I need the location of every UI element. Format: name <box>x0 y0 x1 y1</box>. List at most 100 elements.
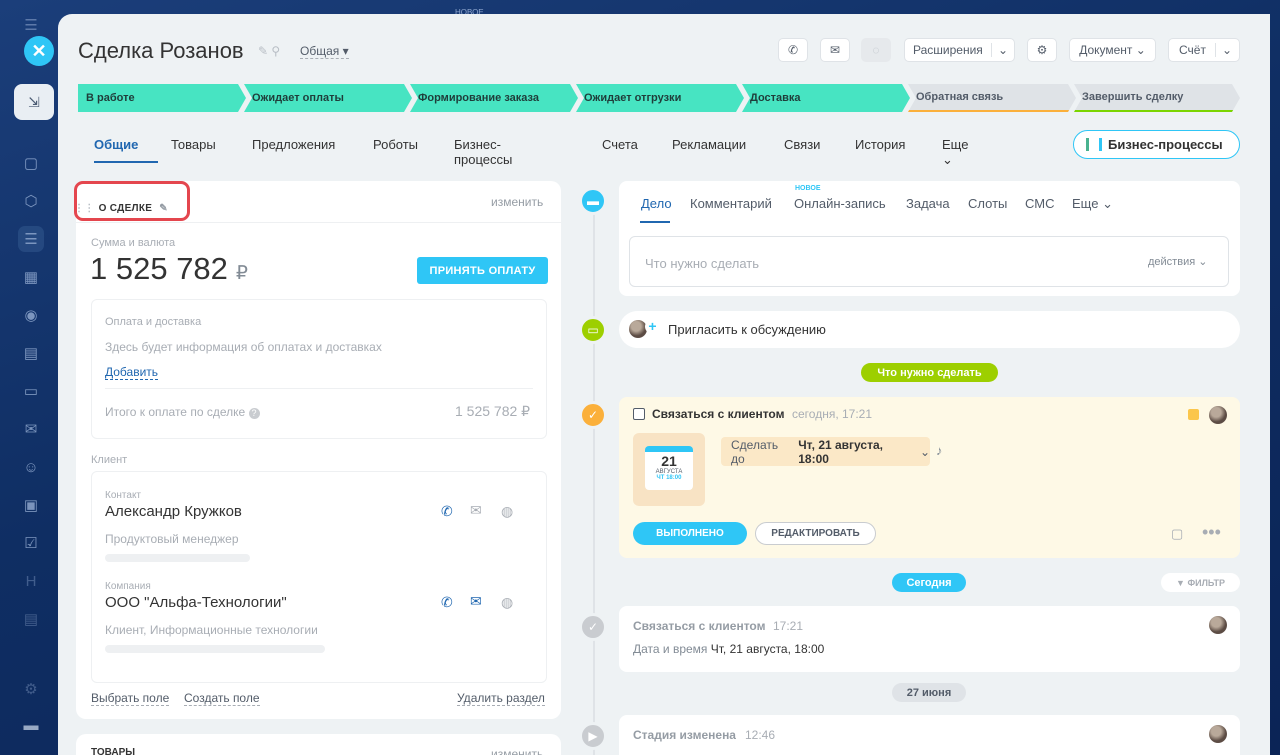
tab-links[interactable]: Связи <box>784 137 820 152</box>
mail-icon[interactable]: ✉ <box>470 593 482 610</box>
deal-sum: 1 525 782 ₽ <box>90 251 249 286</box>
tab-business-processes[interactable]: Бизнес-процессы <box>454 137 512 167</box>
color-marker[interactable] <box>1188 409 1199 420</box>
robot-icon[interactable]: ◉ <box>18 302 44 328</box>
chat-icon[interactable]: ▢ <box>18 150 44 176</box>
h-icon[interactable]: H <box>18 568 44 594</box>
timeline-line <box>593 204 595 755</box>
plus-icon[interactable]: + <box>645 319 660 334</box>
tab-general[interactable]: Общие <box>94 137 138 152</box>
actions-dropdown[interactable]: действия ⌄ <box>1148 255 1207 268</box>
drag-handle-icon[interactable]: ⋮⋮ <box>74 203 95 214</box>
invite-text[interactable]: Пригласить к обсуждению <box>668 322 826 337</box>
activity-tab-more[interactable]: Еще ⌄ <box>1072 196 1113 212</box>
pencil-icon[interactable]: ✎ <box>159 203 168 214</box>
company-name[interactable]: ООО "Альфа-Технологии" <box>105 594 287 611</box>
users-icon[interactable]: ☺ <box>18 454 44 480</box>
tab-robots[interactable]: Роботы <box>373 137 418 152</box>
tab-offers[interactable]: Предложения <box>252 137 335 152</box>
invoice-button[interactable]: Счёт ⌄ <box>1168 38 1240 62</box>
hexagon-icon[interactable]: ⬡ <box>18 188 44 214</box>
task-title[interactable]: Связаться с клиентом <box>652 407 784 421</box>
calendar-icon[interactable]: ▦ <box>18 264 44 290</box>
printer-icon[interactable]: ▬ <box>18 712 44 738</box>
mail-icon: ✉ <box>829 43 841 57</box>
task-checkbox[interactable] <box>633 408 645 420</box>
mail-icon[interactable]: ✉ <box>470 502 482 519</box>
stage-item[interactable]: Формирование заказа <box>410 84 578 112</box>
comment-icon: ▭ <box>587 323 599 337</box>
business-process-button[interactable]: Бизнес-процессы <box>1073 130 1240 159</box>
more-icon[interactable]: ••• <box>1202 522 1221 543</box>
stage-item[interactable]: Завершить сделку <box>1074 84 1240 112</box>
accept-payment-button[interactable]: ПРИНЯТЬ ОПЛАТУ <box>417 257 548 284</box>
menu-icon[interactable]: ☰ <box>18 12 44 38</box>
delete-section-link[interactable]: Удалить раздел <box>457 691 545 706</box>
settings-button[interactable]: ⚙ <box>1027 38 1057 62</box>
select-field-link[interactable]: Выбрать поле <box>91 691 170 706</box>
products-title: ТОВАРЫ <box>91 747 136 755</box>
document-button[interactable]: Документ ⌄ <box>1069 38 1156 62</box>
done-button[interactable]: ВЫПОЛНЕНО <box>633 522 747 545</box>
board-icon[interactable]: ▣ <box>18 492 44 518</box>
deadline-select[interactable]: Сделать до Чт, 21 августа, 18:00 ⌄ <box>721 437 930 466</box>
edit-button[interactable]: РЕДАКТИРОВАТЬ <box>755 522 876 545</box>
phone-icon[interactable]: ✆ <box>441 594 453 611</box>
contact-name[interactable]: Александр Кружков <box>105 503 242 520</box>
mail-icon[interactable]: ✉ <box>18 416 44 442</box>
extensions-button[interactable]: Расширения ⌄ <box>904 38 1015 62</box>
stage-item[interactable]: В работе <box>78 84 246 112</box>
stage-item[interactable]: Доставка <box>742 84 910 112</box>
add-payment-link[interactable]: Добавить <box>105 365 159 380</box>
filter-button[interactable]: ▼ ФИЛЬТР <box>1161 573 1240 592</box>
tab-products[interactable]: Товары <box>171 137 216 152</box>
chat-button[interactable]: ◌ <box>861 38 891 62</box>
activity-tab-todo[interactable]: Дело <box>641 196 672 211</box>
tab-invoices[interactable]: Счета <box>602 137 638 152</box>
divider <box>76 222 561 223</box>
stage-change-title[interactable]: Стадия изменена <box>633 728 736 742</box>
avatar <box>629 320 647 338</box>
payment-info: Здесь будет информация об оплатах и дост… <box>105 340 382 354</box>
todo-input[interactable]: Что нужно сделать <box>629 236 1229 287</box>
tab-more[interactable]: Еще ⌄ <box>942 137 968 168</box>
sum-label: Сумма и валюта <box>91 237 176 249</box>
category-select[interactable]: Общая ▾ <box>300 44 349 59</box>
about-section-header[interactable]: ⋮⋮ О СДЕЛКЕ ✎ <box>74 196 168 220</box>
card-icon[interactable]: ▭ <box>18 378 44 404</box>
check-icon[interactable]: ☑ <box>18 530 44 556</box>
invite-dot: ▭ <box>579 316 607 344</box>
stage-item[interactable]: Ожидает отгрузки <box>576 84 744 112</box>
activity-tab-comment[interactable]: Комментарий <box>690 196 772 211</box>
document-icon[interactable]: ▤ <box>18 340 44 366</box>
products-change-link[interactable]: изменить <box>491 747 543 755</box>
note-icon[interactable]: ▢ <box>1171 526 1183 542</box>
today-pill: Сегодня <box>892 573 966 592</box>
mail-button[interactable]: ✉ <box>820 38 850 62</box>
chat-icon[interactable]: ◍ <box>501 503 513 520</box>
settings-icon[interactable]: ⚙ <box>18 676 44 702</box>
activity-tab-online-booking[interactable]: Онлайн-запись <box>794 196 886 211</box>
phone-icon[interactable]: ✆ <box>441 503 453 520</box>
edit-title-icons[interactable]: ✎ ⚲ <box>258 44 280 58</box>
call-button[interactable]: ✆ <box>778 38 808 62</box>
new-badge: НОВОЕ <box>795 185 821 192</box>
chevron-down-icon: ⌄ <box>991 43 1008 57</box>
stage-item[interactable]: Ожидает оплаты <box>244 84 412 112</box>
history-title[interactable]: Связаться с клиентом <box>633 619 765 633</box>
minimize-icon[interactable]: ⇲ <box>14 84 54 120</box>
tab-claims[interactable]: Рекламации <box>672 137 746 152</box>
activity-tab-slots[interactable]: Слоты <box>968 196 1007 211</box>
create-field-link[interactable]: Создать поле <box>184 691 260 706</box>
filter-icon[interactable]: ☰ <box>18 226 44 252</box>
change-link[interactable]: изменить <box>491 195 543 209</box>
help-icon[interactable]: ? <box>248 408 260 419</box>
activity-tab-task[interactable]: Задача <box>906 196 950 211</box>
activity-tab-sms[interactable]: СМС <box>1025 196 1054 211</box>
list-icon[interactable]: ▤ <box>18 606 44 632</box>
stage-item[interactable]: Обратная связь <box>908 84 1076 112</box>
bell-icon[interactable]: ♪ <box>936 443 943 458</box>
close-icon[interactable]: ✕ <box>24 36 54 66</box>
chat-icon[interactable]: ◍ <box>501 594 513 611</box>
tab-history[interactable]: История <box>855 137 905 152</box>
